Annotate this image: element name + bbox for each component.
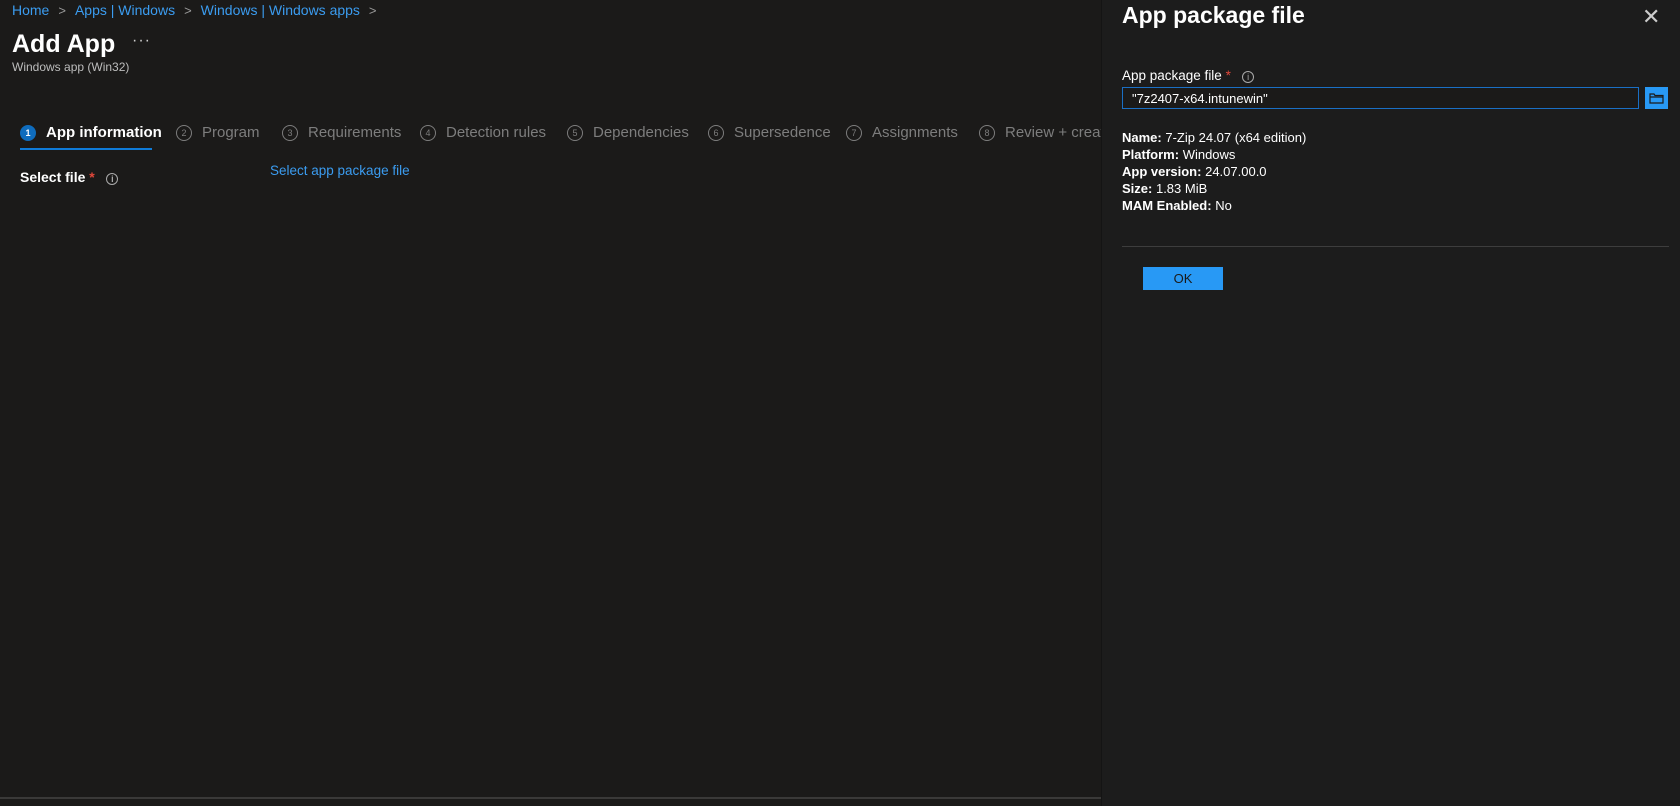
tab-review-create[interactable]: 8 Review + create bbox=[979, 124, 1113, 141]
step-label: Review + create bbox=[1005, 124, 1113, 141]
step-label: Dependencies bbox=[593, 124, 689, 141]
tab-requirements[interactable]: 3 Requirements bbox=[282, 124, 401, 141]
folder-icon bbox=[1649, 93, 1664, 104]
step-number: 6 bbox=[708, 124, 724, 141]
panel-title: App package file bbox=[1122, 2, 1305, 28]
active-tab-indicator bbox=[20, 148, 152, 150]
chevron-right-icon: > bbox=[368, 2, 377, 18]
select-app-package-file-link[interactable]: Select app package file bbox=[270, 163, 410, 178]
detail-name: Name: 7-Zip 24.07 (x64 edition) bbox=[1122, 130, 1307, 145]
tab-supersedence[interactable]: 6 Supersedence bbox=[708, 124, 831, 141]
select-file-label: Select file * i bbox=[20, 169, 119, 185]
required-marker: * bbox=[1225, 68, 1231, 83]
step-label: Requirements bbox=[308, 124, 402, 141]
step-number: 4 bbox=[420, 124, 436, 141]
ok-button[interactable]: OK bbox=[1143, 267, 1223, 290]
step-label: App information bbox=[46, 124, 162, 141]
browse-file-button[interactable] bbox=[1645, 87, 1668, 109]
step-number: 7 bbox=[846, 124, 862, 141]
footer-divider bbox=[0, 797, 1101, 799]
chevron-right-icon: > bbox=[58, 2, 66, 18]
tab-detection-rules[interactable]: 4 Detection rules bbox=[420, 124, 546, 141]
detail-mam-enabled: MAM Enabled: No bbox=[1122, 198, 1232, 213]
app-package-file-panel: App package file ✕ App package file * i … bbox=[1101, 0, 1680, 806]
step-number: 3 bbox=[282, 124, 298, 141]
step-number: 5 bbox=[567, 124, 583, 141]
breadcrumb-apps-windows[interactable]: Apps | Windows bbox=[75, 2, 175, 18]
info-icon[interactable]: i bbox=[1242, 71, 1255, 83]
page-subtitle: Windows app (Win32) bbox=[12, 60, 130, 74]
chevron-right-icon: > bbox=[184, 2, 192, 18]
step-number: 1 bbox=[20, 124, 36, 141]
step-number: 8 bbox=[979, 124, 995, 141]
select-file-text: Select file bbox=[20, 169, 86, 185]
breadcrumb-home[interactable]: Home bbox=[12, 2, 49, 18]
step-label: Program bbox=[202, 124, 260, 141]
tab-app-information[interactable]: 1 App information bbox=[20, 124, 162, 141]
app-package-file-input[interactable] bbox=[1122, 87, 1639, 109]
app-package-file-label: App package file * i bbox=[1122, 68, 1255, 83]
required-marker: * bbox=[89, 169, 95, 185]
breadcrumb-windows-apps[interactable]: Windows | Windows apps bbox=[201, 2, 360, 18]
detail-platform: Platform: Windows bbox=[1122, 147, 1236, 162]
breadcrumb: Home > Apps | Windows > Windows | Windows … bbox=[12, 2, 386, 18]
step-label: Supersedence bbox=[734, 124, 831, 141]
package-details: Name: 7-Zip 24.07 (x64 edition) Platform… bbox=[1122, 129, 1306, 214]
step-label: Detection rules bbox=[446, 124, 547, 141]
tab-dependencies[interactable]: 5 Dependencies bbox=[567, 124, 689, 141]
panel-divider bbox=[1122, 246, 1669, 247]
step-label: Assignments bbox=[872, 124, 958, 141]
page-title: Add App bbox=[12, 30, 116, 58]
close-icon[interactable]: ✕ bbox=[1642, 4, 1660, 30]
tab-assignments[interactable]: 7 Assignments bbox=[846, 124, 958, 141]
step-number: 2 bbox=[176, 124, 192, 141]
info-icon[interactable]: i bbox=[106, 173, 119, 185]
more-options-icon[interactable]: ··· bbox=[132, 32, 151, 50]
tab-program[interactable]: 2 Program bbox=[176, 124, 260, 141]
field-label-text: App package file bbox=[1122, 68, 1222, 83]
detail-size: Size: 1.83 MiB bbox=[1122, 181, 1208, 196]
detail-app-version: App version: 24.07.00.0 bbox=[1122, 164, 1267, 179]
